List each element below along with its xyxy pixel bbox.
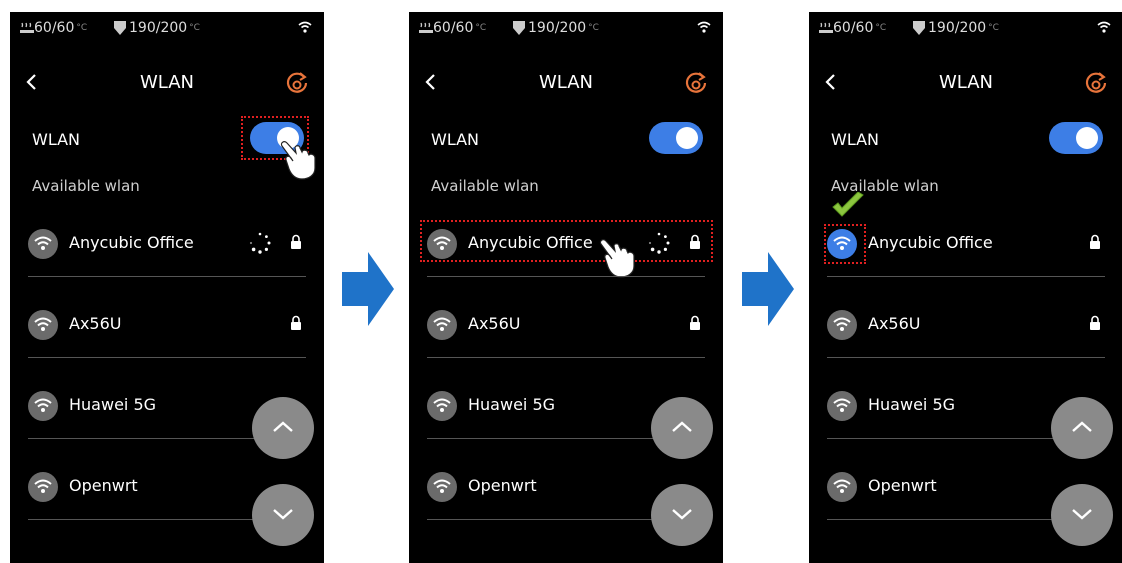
wifi-icon <box>28 229 58 259</box>
scroll-down-button[interactable] <box>651 484 713 546</box>
wifi-icon <box>427 472 457 502</box>
scroll-up-button[interactable] <box>651 397 713 459</box>
checkmark-icon <box>832 192 864 217</box>
wlan-label: WLAN <box>831 130 880 149</box>
connected-highlight <box>824 224 866 264</box>
wifi-icon <box>827 472 857 502</box>
divider <box>28 276 306 277</box>
nozzle-temp: 190/200 °C <box>114 20 200 36</box>
screen-step-2: 60/60 °C 190/200 °C WLAN WLAN Available wl… <box>409 12 723 563</box>
screen-step-1: 60/60 °C 190/200 °C WLAN WLAN Available wl… <box>10 12 324 563</box>
hand-pointer-icon <box>280 141 316 180</box>
nozzle-icon <box>913 21 925 35</box>
chevron-down-icon <box>672 509 692 520</box>
wifi-icon <box>427 310 457 340</box>
status-bar: 60/60 °C 190/200 °C <box>10 18 324 38</box>
network-row-anycubic-office[interactable]: Anycubic Office <box>28 222 306 268</box>
chevron-up-icon <box>1072 421 1092 432</box>
network-name: Ax56U <box>868 314 921 333</box>
status-bar: 60/60 °C 190/200 °C <box>409 18 723 38</box>
nozzle-temp: 190/200 °C <box>913 20 999 36</box>
wifi-icon <box>827 310 857 340</box>
page-title: WLAN <box>139 72 195 93</box>
lock-icon <box>1090 234 1100 249</box>
wlan-toggle[interactable] <box>1049 122 1103 154</box>
page-title: WLAN <box>538 72 594 93</box>
wlan-label: WLAN <box>32 130 81 149</box>
network-name: Huawei 5G <box>69 395 157 414</box>
lock-icon <box>1090 315 1100 330</box>
divider <box>827 357 1105 358</box>
network-name: Ax56U <box>468 314 521 333</box>
network-name: Anycubic Office <box>69 233 194 252</box>
nozzle-temp: 190/200 °C <box>513 20 599 36</box>
scroll-up-button[interactable] <box>252 397 314 459</box>
wifi-status-icon <box>298 21 312 33</box>
available-wlan-label: Available wlan <box>431 177 539 195</box>
heated-bed-icon <box>20 22 34 33</box>
wifi-icon <box>427 391 457 421</box>
network-row-ax56u[interactable]: Ax56U <box>427 303 705 349</box>
heated-bed-icon <box>419 22 433 33</box>
chevron-down-icon <box>1072 509 1092 520</box>
reset-icon[interactable] <box>1083 70 1109 96</box>
lock-icon <box>291 315 301 330</box>
available-wlan-label: Available wlan <box>32 177 140 195</box>
network-name: Openwrt <box>69 476 138 495</box>
scroll-down-button[interactable] <box>252 484 314 546</box>
network-name: Anycubic Office <box>868 233 993 252</box>
network-name: Huawei 5G <box>868 395 956 414</box>
heated-bed-icon <box>819 22 833 33</box>
network-row-ax56u[interactable]: Ax56U <box>827 303 1105 349</box>
bed-temp: 60/60 °C <box>419 20 486 36</box>
wifi-icon <box>28 391 58 421</box>
screen-step-3: 60/60 °C 190/200 °C WLAN WLAN Available wl… <box>809 12 1122 563</box>
hand-pointer-icon <box>599 239 635 278</box>
chevron-up-icon <box>273 421 293 432</box>
wifi-icon <box>827 391 857 421</box>
network-row-anycubic-office[interactable]: Anycubic Office <box>827 222 1105 268</box>
nozzle-icon <box>114 21 126 35</box>
step-arrow-icon <box>342 252 394 326</box>
chevron-down-icon <box>273 509 293 520</box>
network-name: Openwrt <box>868 476 937 495</box>
lock-icon <box>690 315 700 330</box>
divider <box>28 357 306 358</box>
network-name: Openwrt <box>468 476 537 495</box>
page-title: WLAN <box>938 72 994 93</box>
toggle-knob <box>676 127 698 149</box>
wifi-icon <box>28 472 58 502</box>
chevron-up-icon <box>672 421 692 432</box>
bed-temp: 60/60 °C <box>819 20 886 36</box>
network-row-ax56u[interactable]: Ax56U <box>28 303 306 349</box>
lock-icon <box>291 234 301 249</box>
scroll-down-button[interactable] <box>1051 484 1113 546</box>
step-arrow-icon <box>742 252 794 326</box>
reset-icon[interactable] <box>284 70 310 96</box>
network-name: Huawei 5G <box>468 395 556 414</box>
divider <box>427 276 705 277</box>
wifi-status-icon <box>697 21 711 33</box>
status-bar: 60/60 °C 190/200 °C <box>809 18 1122 38</box>
wlan-label: WLAN <box>431 130 480 149</box>
bed-temp: 60/60 °C <box>20 20 87 36</box>
scroll-up-button[interactable] <box>1051 397 1113 459</box>
loading-spinner-icon <box>249 232 271 254</box>
divider <box>427 357 705 358</box>
network-name: Ax56U <box>69 314 122 333</box>
nozzle-icon <box>513 21 525 35</box>
reset-icon[interactable] <box>683 70 709 96</box>
divider <box>827 276 1105 277</box>
tap-highlight <box>420 220 713 262</box>
wifi-icon <box>28 310 58 340</box>
wlan-toggle[interactable] <box>649 122 703 154</box>
toggle-knob <box>1076 127 1098 149</box>
wifi-status-icon <box>1097 21 1111 33</box>
